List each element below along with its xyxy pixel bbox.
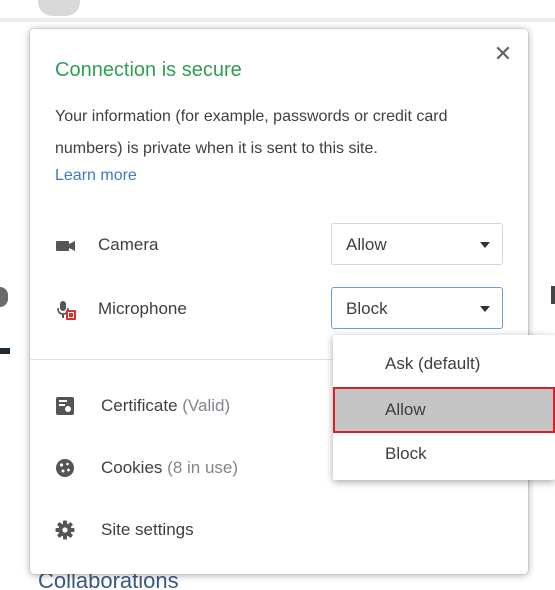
certificate-label: Certificate bbox=[101, 396, 178, 415]
close-button[interactable]: ✕ bbox=[492, 43, 514, 65]
camera-icon bbox=[55, 235, 77, 257]
microphone-permission-select[interactable]: Block bbox=[331, 287, 503, 329]
chevron-down-icon bbox=[480, 242, 490, 248]
background-tab bbox=[38, 0, 80, 16]
option-label: Ask (default) bbox=[385, 354, 481, 373]
option-label: Block bbox=[385, 444, 427, 463]
certificate-status: (Valid) bbox=[182, 396, 231, 415]
cookie-icon bbox=[55, 458, 75, 478]
camera-permission-select[interactable]: Allow bbox=[331, 223, 503, 265]
dropdown-option-allow[interactable]: Allow bbox=[333, 387, 555, 431]
permission-label: Camera bbox=[98, 235, 159, 254]
background-toolbar-edge bbox=[0, 18, 555, 22]
option-label: Allow bbox=[385, 400, 426, 419]
permission-row-camera: Camera Allow bbox=[55, 223, 505, 267]
dropdown-option-ask[interactable]: Ask (default) bbox=[333, 341, 555, 385]
site-info-popup: ✕ Connection is secure Your information … bbox=[30, 29, 528, 574]
select-value: Block bbox=[346, 299, 388, 318]
permission-label: Microphone bbox=[98, 299, 187, 318]
certificate-link[interactable]: Certificate (Valid) bbox=[55, 391, 355, 421]
background-fragment bbox=[0, 287, 8, 307]
background-fragment bbox=[551, 286, 555, 304]
connection-description: Your information (for example, passwords… bbox=[55, 108, 448, 157]
permission-row-microphone: Microphone Block bbox=[55, 287, 505, 331]
chevron-down-icon bbox=[480, 306, 490, 312]
select-value: Allow bbox=[346, 235, 387, 254]
site-settings-link[interactable]: Site settings bbox=[55, 515, 355, 545]
dropdown-option-block[interactable]: Block bbox=[333, 431, 555, 475]
connection-status-title: Connection is secure bbox=[55, 59, 242, 81]
microphone-blocked-icon bbox=[55, 299, 77, 321]
certificate-icon bbox=[55, 396, 75, 416]
cookies-link[interactable]: Cookies (8 in use) bbox=[55, 453, 355, 483]
background-fragment bbox=[0, 348, 10, 354]
cookies-label: Cookies bbox=[101, 458, 163, 477]
gear-icon bbox=[55, 520, 75, 540]
site-settings-label: Site settings bbox=[101, 520, 194, 539]
learn-more-link[interactable]: Learn more bbox=[55, 167, 137, 185]
permission-dropdown-menu: Ask (default) Allow Block bbox=[333, 335, 555, 480]
cookies-count: (8 in use) bbox=[167, 458, 239, 477]
